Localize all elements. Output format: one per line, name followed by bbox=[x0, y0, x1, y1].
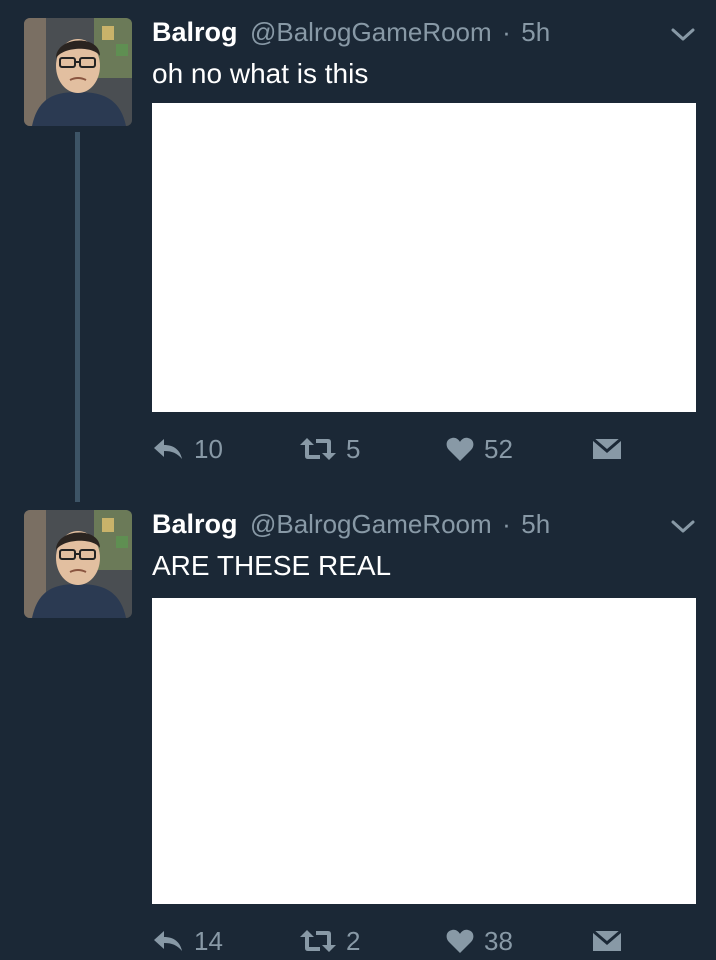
tweet-header: Balrog @BalrogGameRoom · 5h bbox=[152, 506, 550, 542]
chevron-down-icon[interactable] bbox=[670, 26, 696, 44]
separator: · bbox=[502, 509, 511, 539]
username[interactable]: @BalrogGameRoom bbox=[250, 509, 492, 539]
tweet-media[interactable] bbox=[152, 598, 696, 904]
envelope-icon bbox=[592, 437, 622, 459]
tweet[interactable]: Balrog @BalrogGameRoom · 5h ARE THESE RE… bbox=[0, 492, 716, 960]
envelope-icon bbox=[592, 929, 622, 951]
direct-message-button[interactable] bbox=[592, 924, 622, 958]
tweet[interactable]: Balrog @BalrogGameRoom · 5h oh no what i… bbox=[0, 0, 716, 502]
heart-icon bbox=[446, 437, 474, 461]
reply-icon bbox=[154, 931, 182, 951]
retweet-count: 2 bbox=[346, 925, 361, 956]
retweet-button[interactable]: 2 bbox=[300, 924, 360, 958]
tweet-text: ARE THESE REAL bbox=[152, 550, 392, 581]
tweet-actions: 10 5 52 bbox=[152, 432, 696, 466]
reply-count: 14 bbox=[194, 925, 223, 956]
like-count: 38 bbox=[484, 925, 513, 956]
username[interactable]: @BalrogGameRoom bbox=[250, 17, 492, 47]
retweet-icon bbox=[300, 438, 336, 460]
heart-icon bbox=[446, 929, 474, 953]
timestamp[interactable]: 5h bbox=[521, 509, 550, 539]
like-count: 52 bbox=[484, 433, 513, 464]
timestamp[interactable]: 5h bbox=[521, 17, 550, 47]
retweet-icon bbox=[300, 930, 336, 952]
separator: · bbox=[502, 17, 511, 47]
tweet-media[interactable] bbox=[152, 103, 696, 412]
thread-line bbox=[75, 132, 80, 502]
tweet-actions: 14 2 38 bbox=[152, 924, 696, 958]
display-name[interactable]: Balrog bbox=[152, 17, 238, 47]
chevron-down-icon[interactable] bbox=[670, 518, 696, 536]
avatar[interactable] bbox=[24, 510, 132, 618]
retweet-count: 5 bbox=[346, 433, 361, 464]
like-button[interactable]: 52 bbox=[446, 432, 513, 466]
tweet-header: Balrog @BalrogGameRoom · 5h bbox=[152, 14, 550, 50]
like-button[interactable]: 38 bbox=[446, 924, 513, 958]
avatar[interactable] bbox=[24, 18, 132, 126]
reply-button[interactable]: 10 bbox=[152, 432, 223, 466]
display-name[interactable]: Balrog bbox=[152, 509, 238, 539]
tweet-text: oh no what is this bbox=[152, 58, 369, 89]
retweet-button[interactable]: 5 bbox=[300, 432, 360, 466]
reply-count: 10 bbox=[194, 433, 223, 464]
direct-message-button[interactable] bbox=[592, 432, 622, 466]
reply-button[interactable]: 14 bbox=[152, 924, 223, 958]
reply-icon bbox=[154, 439, 182, 459]
